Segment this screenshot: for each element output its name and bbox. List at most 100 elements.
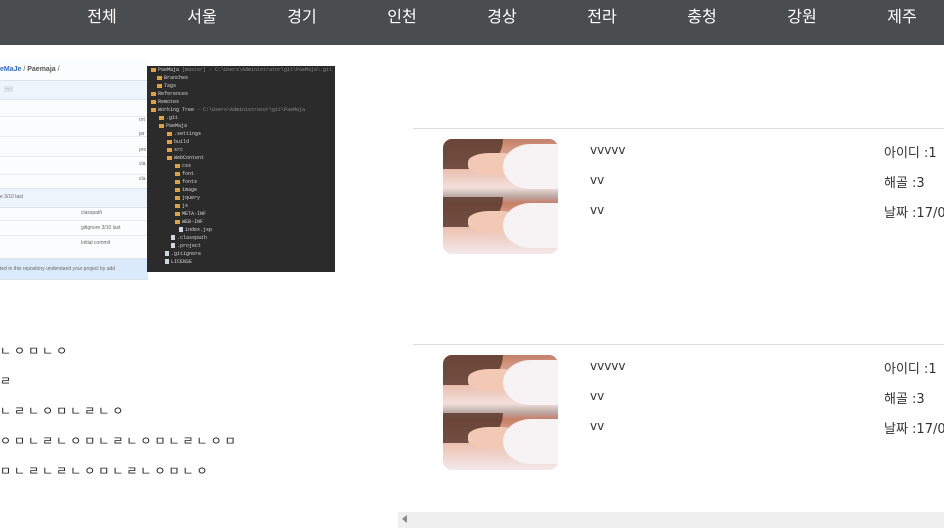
card-skull-count: 해골 :3 <box>884 392 925 407</box>
nav-item-seoul[interactable]: 서울 <box>172 3 232 27</box>
repo-toolbar: ⋯ <box>0 80 148 100</box>
tree-node[interactable]: META-INF <box>175 210 206 218</box>
tree-node-label: Tags <box>164 83 177 89</box>
side-label: jar <box>139 131 145 137</box>
card-subtitle: vv <box>590 389 605 403</box>
file-link[interactable]: Initial commit <box>81 240 110 246</box>
side-label: cla <box>139 161 146 167</box>
tree-node-label: LICENSE <box>171 259 193 265</box>
folder-icon <box>151 67 156 72</box>
thumbnail-detail <box>503 203 558 248</box>
folder-icon <box>167 147 172 152</box>
card-author-id: 아이디 :1 <box>884 362 937 377</box>
post-screenshot-image: eMaJe / Paemaja / ⋯ ort jar pro cla cla … <box>0 60 336 280</box>
tree-node[interactable]: index.jsp <box>179 226 212 234</box>
folder-icon <box>175 171 180 176</box>
tree-node[interactable]: js <box>175 202 188 210</box>
nav-item-gyeongsang[interactable]: 경상 <box>472 3 532 27</box>
folder-icon <box>175 195 180 200</box>
tree-node-label: .settings <box>174 131 202 137</box>
side-label: pro <box>139 147 147 153</box>
tree-node[interactable]: jquery <box>175 194 200 202</box>
tree-node[interactable]: build <box>167 138 189 146</box>
tree-node[interactable]: PaeMaja <box>159 122 187 130</box>
nav-item-all[interactable]: 전체 <box>72 3 132 27</box>
tree-node-label: .gitignore <box>171 251 202 257</box>
last-commit-bar: e 3/10 last <box>0 188 148 208</box>
post-text-line: ㅁㄴㄹㄴㄹㄴㅇㅁㄴㄹㄴㅇㅁㄴㅇ <box>0 464 211 478</box>
tree-node-label: WebContent <box>174 155 205 161</box>
tree-node[interactable]: References <box>151 90 188 98</box>
nav-item-jeju[interactable]: 제주 <box>872 3 932 27</box>
file-link[interactable]: classpath <box>81 210 102 216</box>
card-date: 날짜 :17/0 <box>884 422 944 437</box>
tree-node[interactable]: .settings <box>167 130 201 138</box>
folder-icon <box>151 99 156 104</box>
card-author-id: 아이디 :1 <box>884 146 937 161</box>
folder-icon <box>167 131 172 136</box>
tree-node[interactable]: .project <box>171 242 201 250</box>
horizontal-scrollbar[interactable] <box>398 512 944 528</box>
folder-icon <box>151 107 156 112</box>
folder-icon <box>159 115 164 120</box>
card-title[interactable]: vvvvv <box>590 143 626 157</box>
post-text-line: ㄴㅇㅁㄴㅇ <box>0 344 71 358</box>
tree-node[interactable]: .classpath <box>171 234 207 242</box>
tree-node-label: META-INF <box>182 211 207 217</box>
file-link[interactable]: gitignore 3/10 last <box>81 225 120 231</box>
tree-node[interactable]: Tags <box>157 82 176 90</box>
divider <box>0 156 148 157</box>
tree-node[interactable]: .gitignore <box>165 250 201 258</box>
card-title[interactable]: vvvvv <box>590 359 626 373</box>
folder-icon <box>157 75 162 80</box>
folder-icon <box>175 187 180 192</box>
tree-node-label: fonts <box>182 179 198 185</box>
tree-node[interactable]: css <box>175 162 191 170</box>
file-icon <box>171 243 175 249</box>
tree-node[interactable]: .git <box>159 114 178 122</box>
nav-item-incheon[interactable]: 인천 <box>372 3 432 27</box>
tree-node[interactable]: image <box>175 186 197 194</box>
tree-node[interactable]: font <box>175 170 194 178</box>
tree-node-label: PaeMaja <box>158 67 180 73</box>
folder-icon <box>175 203 180 208</box>
tree-node[interactable]: WEB-INF <box>175 218 203 226</box>
divider <box>0 220 148 221</box>
nav-item-gyeonggi[interactable]: 경기 <box>272 3 332 27</box>
tree-node[interactable]: Working Tree - C:\Users\Administrator\git… <box>151 106 305 114</box>
tree-node-label: .git <box>166 115 179 121</box>
tree-node[interactable]: PaeMaja [master] - C:\Users\Administrator… <box>151 66 332 74</box>
tree-node[interactable]: src <box>167 146 183 154</box>
tree-node-note: [master] - C:\Users\Administrator\git\Pa… <box>182 67 333 73</box>
tree-node-label: index.jsp <box>185 227 213 233</box>
card-description: vv <box>590 419 605 433</box>
tree-node[interactable]: LICENSE <box>165 258 192 266</box>
card-skull-count: 해골 :3 <box>884 176 925 191</box>
tree-node[interactable]: WebContent <box>167 154 204 162</box>
card-thumbnail-image[interactable] <box>443 139 558 254</box>
nav-item-gangwon[interactable]: 강원 <box>772 3 832 27</box>
post-text-line: ㄴㄹㄴㅇㅁㄴㄹㄴㅇ <box>0 404 127 418</box>
folder-icon <box>175 163 180 168</box>
tree-node-label: css <box>182 163 192 169</box>
tree-node[interactable]: Branches <box>157 74 188 82</box>
folder-icon <box>151 91 156 96</box>
tree-node-label: WEB-INF <box>182 219 204 225</box>
thumbnail-detail <box>503 360 558 405</box>
nav-item-jeolla[interactable]: 전라 <box>572 3 632 27</box>
top-navigation-bar: 전체 서울 경기 인천 경상 전라 충청 강원 제주 <box>0 0 944 45</box>
tree-node-label: Working Tree <box>158 107 195 113</box>
thumbnail-detail <box>503 144 558 189</box>
tree-node[interactable]: fonts <box>175 178 197 186</box>
file-icon <box>171 235 175 241</box>
scroll-left-arrow-icon[interactable] <box>402 515 407 523</box>
card-thumbnail-image[interactable] <box>443 355 558 470</box>
divider <box>0 116 148 117</box>
nav-item-chungcheong[interactable]: 충청 <box>672 3 732 27</box>
card-description: vv <box>590 203 605 217</box>
tree-node-label: PaeMaja <box>166 123 188 129</box>
github-repo-panel: eMaJe / Paemaja / ⋯ ort jar pro cla cla … <box>0 60 148 280</box>
tree-node[interactable]: Remotes <box>151 98 179 106</box>
side-label: ort <box>139 117 145 123</box>
post-text-line: ㄹ <box>0 374 15 388</box>
